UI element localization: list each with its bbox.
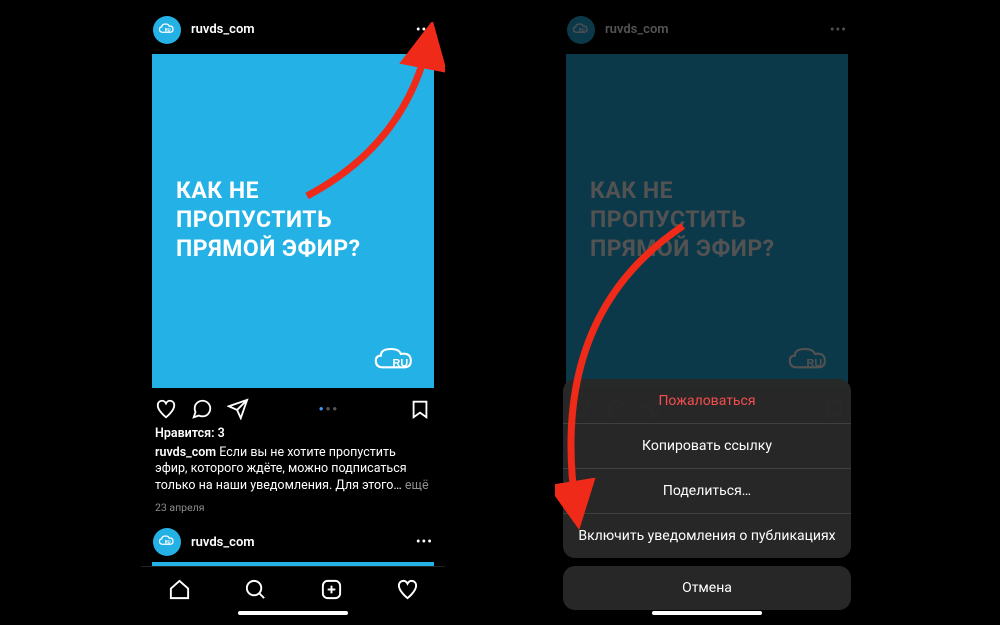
svg-text:RU: RU (165, 540, 171, 546)
more-options-button: ••• (830, 22, 847, 38)
action-sheet-options: Пожаловаться Копировать ссылку Поделитьс… (563, 379, 851, 558)
post-header: RU ruvds_com ••• (555, 8, 859, 54)
username-label[interactable]: ruvds_com (191, 22, 406, 37)
home-indicator (652, 611, 762, 615)
home-icon[interactable] (168, 578, 191, 601)
search-icon[interactable] (244, 578, 267, 601)
bookmark-icon[interactable] (409, 398, 431, 420)
more-options-button[interactable]: ••• (416, 534, 433, 550)
share-button[interactable]: Поделиться… (563, 469, 851, 514)
action-bar: ●●● (141, 388, 445, 426)
avatar[interactable]: RU (153, 16, 181, 44)
post-title: КАК НЕ ПРОПУСТИТЬ ПРЯМОЙ ЭФИР? (590, 177, 824, 263)
cloud-ru-icon: RU (158, 21, 176, 39)
ru-logo-icon: RU (374, 344, 416, 374)
avatar: RU (567, 16, 595, 44)
more-options-button[interactable]: ••• (416, 22, 433, 38)
post-title: КАК НЕ ПРОПУСТИТЬ ПРЯМОЙ ЭФИР? (176, 177, 410, 263)
caption-username[interactable]: ruvds_com (155, 445, 216, 460)
svg-text:RU: RU (579, 27, 585, 33)
like-icon[interactable] (155, 398, 177, 420)
post-date: 23 апреля (141, 499, 445, 522)
username-label[interactable]: ruvds_com (191, 535, 406, 550)
carousel-dots: ●●● (319, 404, 340, 413)
new-post-icon[interactable] (320, 578, 343, 601)
post-caption: ruvds_com Если вы не хотите пропустить э… (141, 445, 445, 500)
activity-heart-icon[interactable] (396, 578, 419, 601)
post-image-dimmed: КАК НЕ ПРОПУСТИТЬ ПРЯМОЙ ЭФИР? RU (566, 54, 848, 388)
likes-count[interactable]: Нравится: 3 (141, 426, 445, 445)
svg-text:RU: RU (165, 27, 171, 33)
svg-text:RU: RU (807, 357, 823, 369)
post-header: RU ruvds_com ••• (141, 8, 445, 54)
copy-link-button[interactable]: Копировать ссылку (563, 424, 851, 469)
home-indicator (238, 611, 348, 615)
bottom-nav (141, 566, 445, 618)
share-icon[interactable] (227, 398, 249, 420)
cloud-ru-icon: RU (572, 21, 590, 39)
phone-left: RU ruvds_com ••• КАК НЕ ПРОПУСТИТЬ ПРЯМО… (141, 8, 445, 618)
next-post-header: RU ruvds_com ••• (141, 522, 445, 562)
action-sheet: Пожаловаться Копировать ссылку Поделитьс… (563, 379, 851, 610)
comment-icon[interactable] (191, 398, 213, 420)
username-label: ruvds_com (605, 22, 820, 37)
post-image[interactable]: КАК НЕ ПРОПУСТИТЬ ПРЯМОЙ ЭФИР? RU (152, 54, 434, 388)
enable-notifications-button[interactable]: Включить уведомления о публикациях (563, 514, 851, 558)
avatar[interactable]: RU (153, 528, 181, 556)
phone-right: RU ruvds_com ••• КАК НЕ ПРОПУСТИТЬ ПРЯМО… (555, 8, 859, 618)
report-button[interactable]: Пожаловаться (563, 379, 851, 424)
ru-logo-icon: RU (788, 344, 830, 374)
cloud-ru-icon: RU (158, 533, 176, 551)
svg-text:RU: RU (393, 357, 409, 369)
caption-more[interactable]: ещё (405, 478, 429, 493)
cancel-button[interactable]: Отмена (563, 566, 851, 610)
